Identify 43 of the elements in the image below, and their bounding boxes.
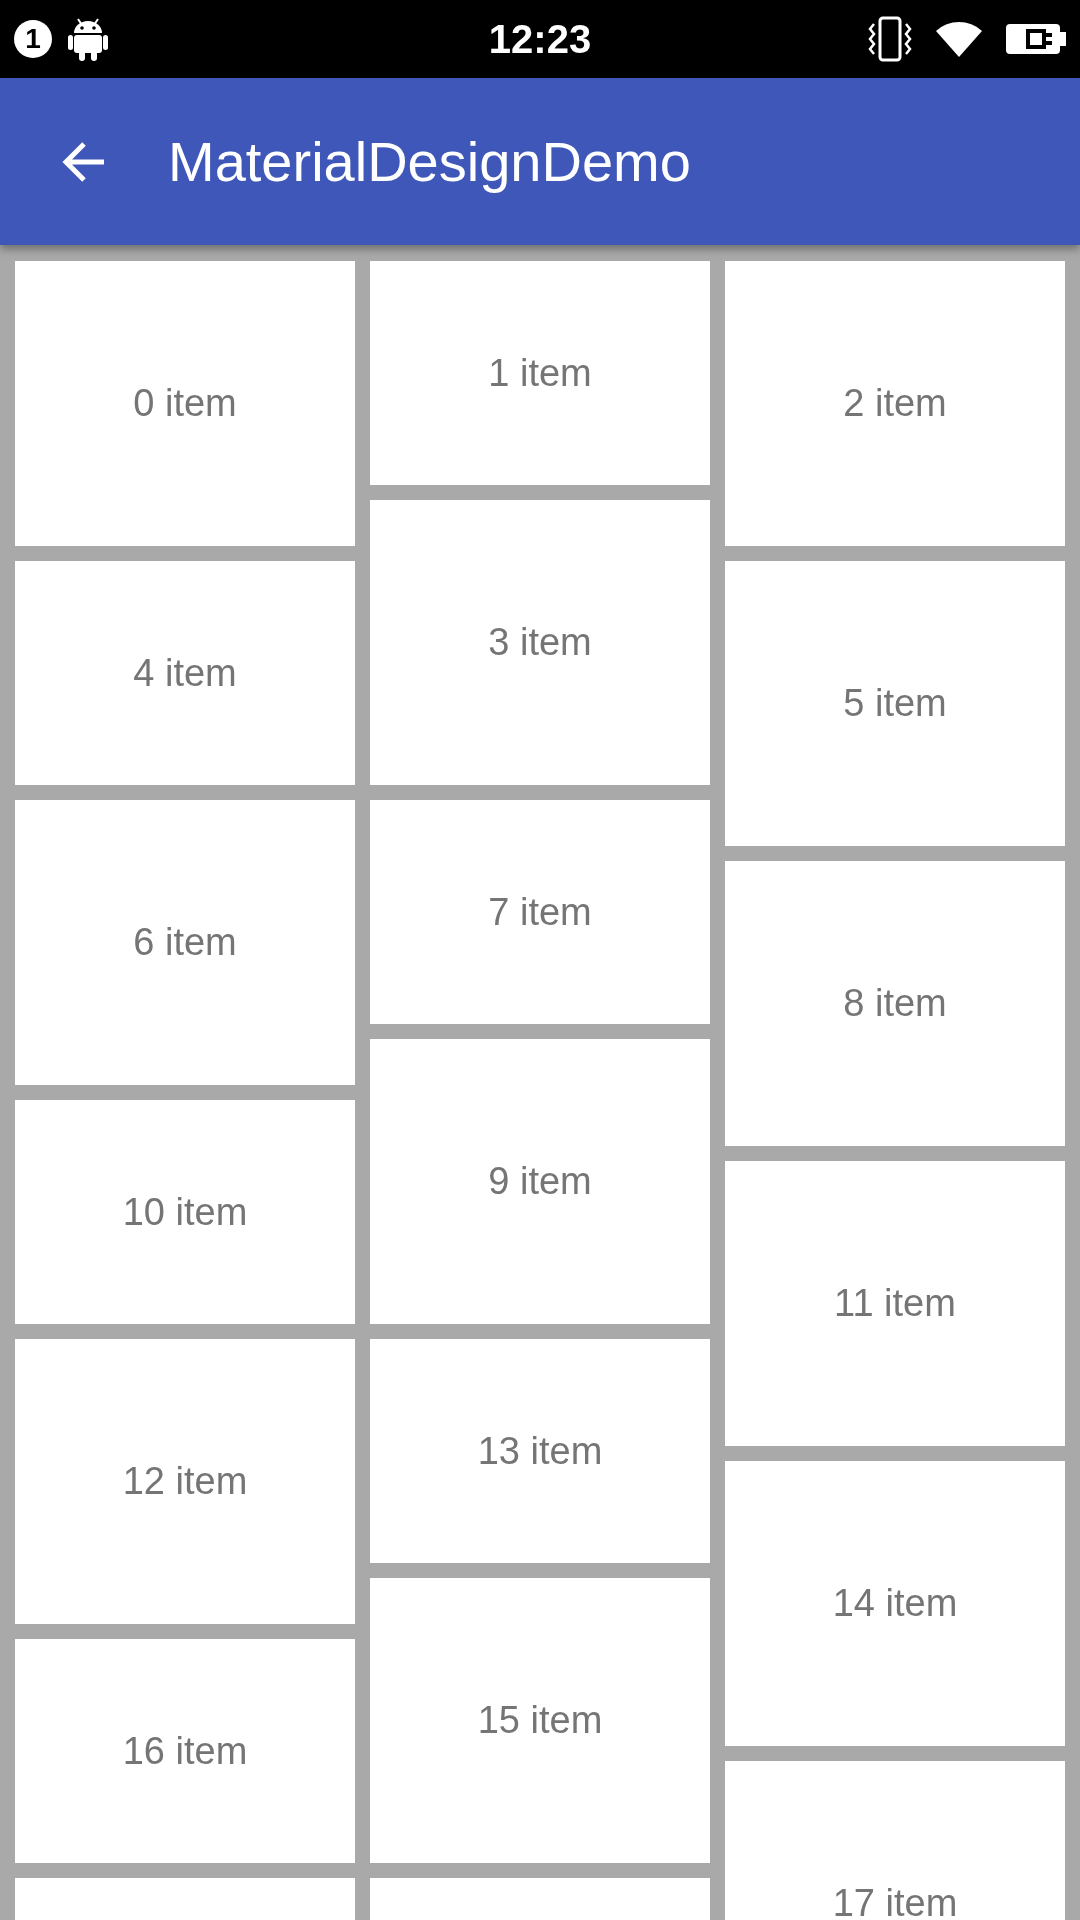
notification-badge: 1: [14, 20, 52, 58]
grid-card[interactable]: 14 item: [725, 1461, 1065, 1746]
card-label: 5 item: [843, 681, 947, 726]
card-label: 8 item: [843, 981, 947, 1026]
card-label: 10 item: [122, 1189, 248, 1235]
card-label: 6 item: [133, 920, 237, 965]
card-label: 11 item: [834, 1281, 956, 1326]
grid-card[interactable]: 2 item: [725, 261, 1065, 546]
card-label: 9 item: [488, 1159, 592, 1204]
battery-icon: [1006, 22, 1066, 56]
card-label: 16 item: [122, 1728, 248, 1774]
grid-card[interactable]: 16 item: [15, 1639, 355, 1863]
grid-card[interactable]: 7 item: [370, 800, 710, 1024]
grid-card[interactable]: 12 item: [15, 1339, 355, 1624]
grid-card[interactable]: 15 item: [370, 1578, 710, 1863]
grid-card[interactable]: 4 item: [15, 561, 355, 785]
android-icon: [68, 17, 108, 61]
card-label: 4 item: [133, 650, 237, 696]
wifi-icon: [936, 19, 982, 59]
card-label: 0 item: [133, 381, 237, 426]
grid-card[interactable]: 9 item: [370, 1039, 710, 1324]
grid-card[interactable]: 13 item: [370, 1339, 710, 1563]
card-label: 14 item: [832, 1581, 958, 1626]
card-label: 15 item: [477, 1698, 603, 1743]
grid-card[interactable]: 10 item: [15, 1100, 355, 1324]
card-label: 3 item: [488, 620, 592, 665]
grid-card[interactable]: 6 item: [15, 800, 355, 1085]
app-title: MaterialDesignDemo: [168, 128, 691, 195]
card-label: 2 item: [843, 381, 947, 426]
grid-card[interactable]: 1 item: [370, 261, 710, 485]
card-label: 7 item: [488, 889, 592, 935]
grid-card[interactable]: 3 item: [370, 500, 710, 785]
card-label: 13 item: [477, 1428, 603, 1474]
grid-card[interactable]: 5 item: [725, 561, 1065, 846]
card-label: 12 item: [122, 1459, 248, 1504]
grid-card[interactable]: 11 item: [725, 1161, 1065, 1446]
clock-time: 12:23: [488, 16, 592, 63]
card-label: 17 item: [832, 1881, 958, 1920]
grid-card[interactable]: 0 item: [15, 261, 355, 546]
card-label: 1 item: [488, 350, 592, 396]
grid-card[interactable]: 17 item: [725, 1761, 1065, 1920]
vibrate-icon: [868, 16, 912, 62]
grid-card[interactable]: 8 item: [725, 861, 1065, 1146]
